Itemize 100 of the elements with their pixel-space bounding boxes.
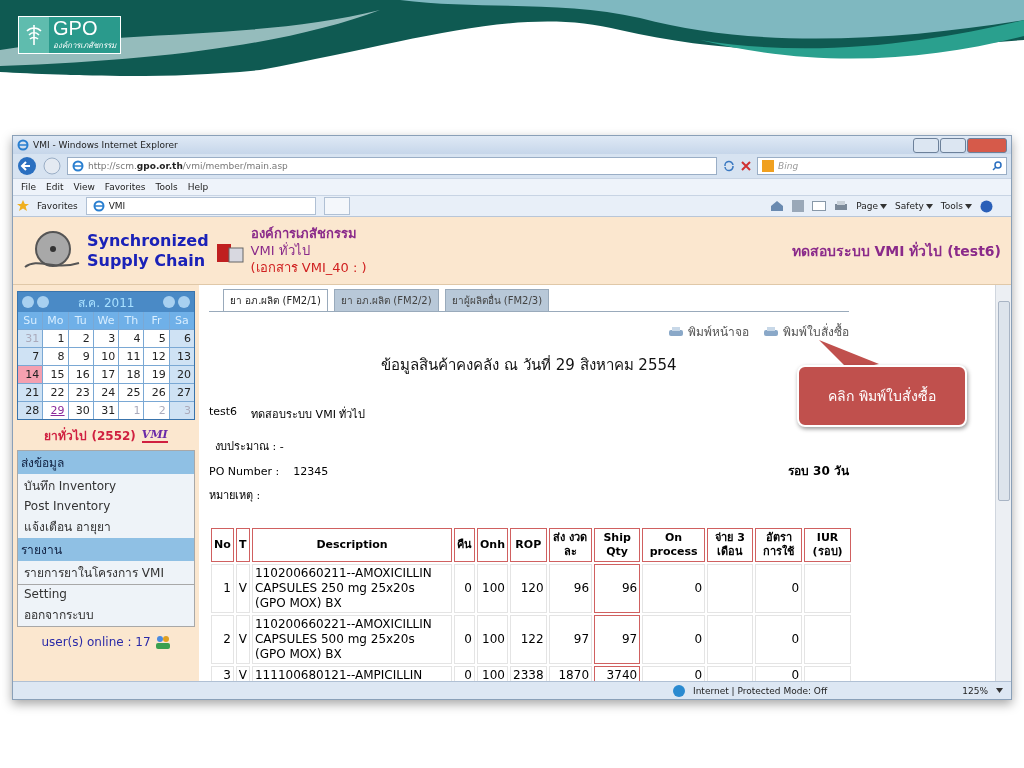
users-icon (154, 635, 171, 649)
table-cell: 100 (477, 564, 508, 613)
calendar-day[interactable]: 12 (144, 348, 169, 365)
menu-item[interactable]: Help (187, 182, 209, 192)
calendar-day[interactable]: 28 (18, 402, 43, 419)
calendar-day[interactable]: 13 (169, 348, 194, 365)
calendar-day[interactable]: 16 (68, 366, 93, 383)
browser-icon (92, 200, 105, 212)
print-link[interactable]: พิมพ์หน้าจอ (688, 322, 749, 341)
command-menu[interactable]: Page (856, 201, 879, 211)
calendar-month: ส.ค. 2011 (77, 294, 135, 312)
calendar-day[interactable]: 31 (93, 402, 119, 419)
previous-month-icon[interactable] (37, 296, 49, 308)
calendar-day[interactable]: 21 (18, 384, 43, 401)
menu-item[interactable]: ออกจากระบบ (18, 603, 194, 626)
column-header: Onh (477, 528, 508, 562)
menu-item[interactable]: Edit (46, 182, 64, 192)
calendar-day[interactable]: 26 (144, 384, 169, 401)
calendar-day[interactable]: 23 (68, 384, 93, 401)
table-cell: 0 (454, 615, 475, 664)
minimize-button[interactable] (913, 137, 939, 153)
table-cell: V (235, 615, 250, 664)
command-menu[interactable]: Safety (895, 201, 924, 211)
last-month-icon[interactable] (178, 296, 190, 308)
calendar-day[interactable]: 15 (43, 366, 68, 383)
calendar-day[interactable]: 20 (169, 366, 194, 383)
calendar-day[interactable]: 5 (144, 330, 169, 347)
calendar-day[interactable]: 30 (68, 402, 93, 419)
favorites-button[interactable]: Favorites (37, 201, 78, 211)
column-header: Description (252, 528, 452, 562)
caret-icon (965, 203, 972, 209)
table-cell: 97 (594, 615, 641, 664)
weekday-label: Tu (68, 312, 93, 329)
tab[interactable]: ยาผู้ผลิตอื่น (FM2/3) (444, 289, 550, 311)
calendar-day[interactable]: 17 (93, 366, 119, 383)
column-header: จ่าย 3 เดือน (707, 528, 754, 562)
printer-icon[interactable] (834, 200, 849, 212)
menu-item[interactable]: แจ้งเตือน อายุยา (18, 515, 194, 538)
stop-icon[interactable] (741, 161, 751, 171)
calendar-day[interactable]: 4 (119, 330, 144, 347)
calendar-day[interactable]: 25 (119, 384, 144, 401)
mail-icon[interactable] (812, 201, 827, 211)
browser-tab[interactable]: VMI (85, 197, 316, 215)
calendar-day[interactable]: 24 (93, 384, 119, 401)
home-icon[interactable] (770, 200, 785, 212)
calendar-day[interactable]: 18 (119, 366, 144, 383)
calendar-day[interactable]: 2 (68, 330, 93, 347)
calendar-day[interactable]: 19 (144, 366, 169, 383)
calendar-day[interactable]: 10 (93, 348, 119, 365)
page-heading: ข้อมูลสินค้าคงคลัง ณ วันที่ 29 สิงหาคม 2554 (380, 354, 678, 376)
organization-name: องค์การเภสัชกรรม (250, 225, 358, 242)
refresh-icon[interactable] (723, 160, 735, 172)
menu-item[interactable]: File (21, 182, 37, 192)
tab[interactable]: ยา อภ.ผลิต (FM2/1) (223, 289, 328, 311)
command-menu[interactable]: Tools (940, 201, 963, 211)
table-cell: 0 (642, 615, 706, 664)
menu-section-title: รายงาน (18, 538, 194, 561)
calendar-day[interactable]: 8 (43, 348, 68, 365)
weekday-label: Fr (144, 312, 169, 329)
column-header: ส่ง งวดละ (548, 528, 593, 562)
caret-icon (996, 688, 1003, 693)
table-cell: 96 (594, 564, 641, 613)
calendar-day[interactable]: 29 (43, 402, 68, 419)
new-tab-button[interactable] (323, 197, 350, 215)
help-icon[interactable] (980, 199, 993, 213)
tab[interactable]: ยา อภ.ผลิต (FM2/2) (333, 289, 439, 311)
menu-item[interactable]: Favorites (104, 182, 146, 192)
feed-icon[interactable] (792, 200, 805, 212)
table-cell: 96 (548, 564, 593, 613)
calendar-day[interactable]: 6 (169, 330, 194, 347)
note-label: หมายเหตุ : (209, 488, 261, 504)
menu-item[interactable]: View (73, 182, 95, 192)
weekday-label: Mo (43, 312, 68, 329)
calendar-day[interactable]: 11 (119, 348, 144, 365)
zoom-level[interactable]: 125% (962, 685, 988, 696)
calendar-day[interactable]: 9 (68, 348, 93, 365)
menu-item[interactable]: รายการยาในโครงการ VMI (18, 561, 194, 584)
menu-item[interactable]: Post Inventory (18, 497, 194, 515)
close-button[interactable] (967, 137, 1007, 153)
calendar-day[interactable]: 3 (93, 330, 119, 347)
calendar-day[interactable]: 1 (43, 330, 68, 347)
first-month-icon[interactable] (22, 296, 34, 308)
back-icon[interactable] (17, 156, 37, 176)
budget-label: งบประมาณ : - (215, 439, 284, 455)
column-header: อัตรา การใช้ (755, 528, 803, 562)
calendar-day[interactable]: 22 (43, 384, 68, 401)
search-icon[interactable] (992, 161, 1002, 171)
menu-item[interactable]: บันทึก Inventory (18, 474, 194, 497)
weekday-label: Su (18, 312, 43, 329)
forward-icon[interactable] (43, 157, 61, 175)
address-field[interactable]: http://scm.gpo.or.th/vmi/member/main.asp (67, 157, 717, 175)
next-month-icon[interactable] (163, 296, 175, 308)
calendar-day[interactable]: 27 (169, 384, 194, 401)
maximize-button[interactable] (940, 137, 966, 153)
print-link[interactable]: พิมพ์ใบสั่งซื้อ (783, 322, 849, 341)
calendar-day[interactable]: 14 (18, 366, 43, 383)
menu-item[interactable]: Tools (155, 182, 178, 192)
cycle-label: รอบ 30 วัน (787, 463, 849, 480)
calendar-day[interactable]: 7 (18, 348, 43, 365)
security-zone: Internet | Protected Mode: Off (693, 685, 828, 696)
